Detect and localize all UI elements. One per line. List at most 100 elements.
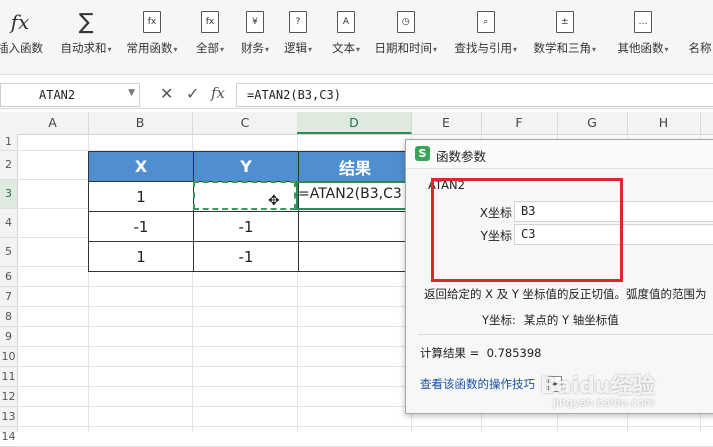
ribbon-button-11[interactable]: … 其他函数▾ (618, 0, 669, 74)
confirm-icon[interactable]: ✓ (186, 84, 199, 103)
insert-function-icon[interactable]: fx (211, 84, 225, 102)
row-header-6[interactable]: 6 (0, 267, 17, 287)
function-description: 返回给定的 X 及 Y 坐标值的反正切值。弧度值的范围为 (424, 287, 707, 301)
ribbon-button-2[interactable]: ∑ 自动求和▾ (61, 0, 112, 74)
common-functions-icon: fx (142, 10, 162, 34)
ribbon-button-10[interactable]: ± 数学和三角▾ (533, 0, 597, 74)
ribbon-button-12[interactable]: 名称 (689, 0, 712, 74)
row-header-9[interactable]: 9 (0, 327, 17, 347)
header-result[interactable]: 结果 (298, 151, 412, 182)
column-header-c[interactable]: C (193, 112, 298, 134)
row-header-3[interactable]: 3 (0, 180, 17, 209)
cell-c4[interactable]: -1 (193, 211, 299, 242)
chevron-down-icon: ▾ (356, 45, 361, 54)
more-functions-icon: … (633, 10, 653, 34)
column-header-h[interactable]: H (627, 112, 701, 134)
cell-b3[interactable]: 1 (88, 181, 194, 212)
ribbon-label: 财务▾ (241, 41, 270, 55)
row-header-11[interactable]: 11 (0, 367, 17, 387)
data-table: X Y 结果 1 -1 -1 1 -1 (88, 151, 412, 272)
cell-b4[interactable]: -1 (88, 211, 194, 242)
ribbon-label: 其他函数▾ (617, 41, 669, 55)
cell-b5[interactable]: 1 (88, 241, 194, 272)
highlight-box (431, 178, 623, 282)
row-header-1[interactable]: 1 (0, 134, 17, 151)
row-headers: 1 2 3 4 5 6 7 8 9 10 11 12 13 14 (0, 134, 18, 447)
ribbon-label: 常用函数▾ (126, 41, 178, 55)
chevron-down-icon: ▾ (513, 45, 518, 54)
math-trig-icon: ± (555, 10, 575, 34)
dialog-titlebar[interactable]: S 函数参数 (406, 140, 713, 169)
ribbon-label: 插入函数 (0, 41, 43, 55)
reference-selection (193, 181, 296, 210)
name-manager-icon (690, 10, 710, 34)
column-header-e[interactable]: E (411, 112, 482, 134)
ribbon-label: 自动求和▾ (60, 41, 112, 55)
header-x[interactable]: X (88, 151, 194, 182)
column-header-g[interactable]: G (557, 112, 628, 134)
calc-result-label: 计算结果 = (420, 346, 480, 360)
row-header-8[interactable]: 8 (0, 307, 17, 327)
row-header-7[interactable]: 7 (0, 287, 17, 307)
ribbon-button-6[interactable]: ? 逻辑▾ (284, 0, 312, 74)
cell-d3-formula: =ATAN2(B3,C3 (298, 186, 402, 202)
chevron-down-icon: ▾ (308, 45, 313, 54)
chevron-down-icon: ▾ (664, 45, 669, 54)
cancel-icon[interactable]: ✕ (160, 84, 173, 103)
calc-result: 计算结果 = 0.785398 (420, 345, 541, 361)
chevron-down-icon: ▾ (265, 45, 270, 54)
cell-d4[interactable] (298, 211, 412, 242)
ribbon-label: 数学和三角▾ (533, 41, 597, 55)
ribbon-button-1[interactable]: fx 插入函数 (0, 0, 43, 74)
date-time-icon: ◷ (396, 10, 416, 34)
ribbon-button-9[interactable]: ⌕ 查找与引用▾ (454, 0, 518, 74)
argument-description-label: Y坐标: (482, 313, 516, 327)
argument-description: Y坐标: 某点的 Y 轴坐标值 (482, 312, 619, 328)
chevron-down-icon: ▾ (592, 45, 597, 54)
help-link[interactable]: 查看该函数的操作技巧 (420, 376, 535, 392)
column-headers: ABCDEFGH (0, 112, 713, 135)
row-header-14[interactable]: 14 (0, 427, 17, 447)
row-header-2[interactable]: 2 (0, 151, 17, 180)
ribbon-button-3[interactable]: fx 常用函数▾ (127, 0, 178, 74)
logical-icon: ? (288, 10, 308, 34)
financial-icon: ¥ (245, 10, 265, 34)
column-header-a[interactable]: A (17, 112, 89, 134)
cursor-icon: ✥ (268, 193, 280, 209)
argument-description-text: 某点的 Y 轴坐标值 (523, 313, 619, 327)
row-header-12[interactable]: 12 (0, 387, 17, 407)
ribbon-label: 全部▾ (196, 41, 225, 55)
cell-c5[interactable]: -1 (193, 241, 299, 272)
watermark-url: jingyan.baidu.com (553, 396, 655, 409)
row-header-13[interactable]: 13 (0, 407, 17, 427)
header-y[interactable]: Y (193, 151, 299, 182)
calc-result-value: 0.785398 (486, 346, 542, 360)
formula-input[interactable]: =ATAN2(B3,C3) (236, 83, 713, 107)
name-box[interactable]: ATAN2 ▼ (0, 83, 140, 107)
dialog-divider (418, 334, 713, 335)
ribbon-label: 名称 (688, 41, 712, 55)
all-functions-icon: fx (200, 10, 220, 34)
ribbon-label: 查找与引用▾ (454, 41, 518, 55)
ribbon-label: 逻辑▾ (284, 41, 313, 55)
chevron-down-icon[interactable]: ▼ (128, 88, 135, 98)
row-header-4[interactable]: 4 (0, 209, 17, 238)
column-header-f[interactable]: F (481, 112, 558, 134)
ribbon-button-5[interactable]: ¥ 财务▾ (241, 0, 269, 74)
dialog-title: 函数参数 (436, 149, 487, 164)
wps-logo-icon: S (415, 146, 430, 161)
ribbon-label: 文本▾ (332, 41, 361, 55)
formula-text: =ATAN2(B3,C3) (247, 88, 341, 102)
row-header-5[interactable]: 5 (0, 238, 17, 267)
cell-d5[interactable] (298, 241, 412, 272)
chevron-down-icon: ▾ (220, 45, 225, 54)
ribbon-button-4[interactable]: fx 全部▾ (196, 0, 224, 74)
autosum-icon: ∑ (78, 9, 94, 35)
row-header-10[interactable]: 10 (0, 347, 17, 367)
insert-function-icon: fx (10, 10, 30, 34)
column-header-d[interactable]: D (297, 112, 412, 134)
text-icon: A (336, 10, 356, 34)
ribbon-button-7[interactable]: A 文本▾ (332, 0, 360, 74)
ribbon-button-8[interactable]: ◷ 日期和时间▾ (375, 0, 437, 74)
column-header-b[interactable]: B (88, 112, 193, 134)
